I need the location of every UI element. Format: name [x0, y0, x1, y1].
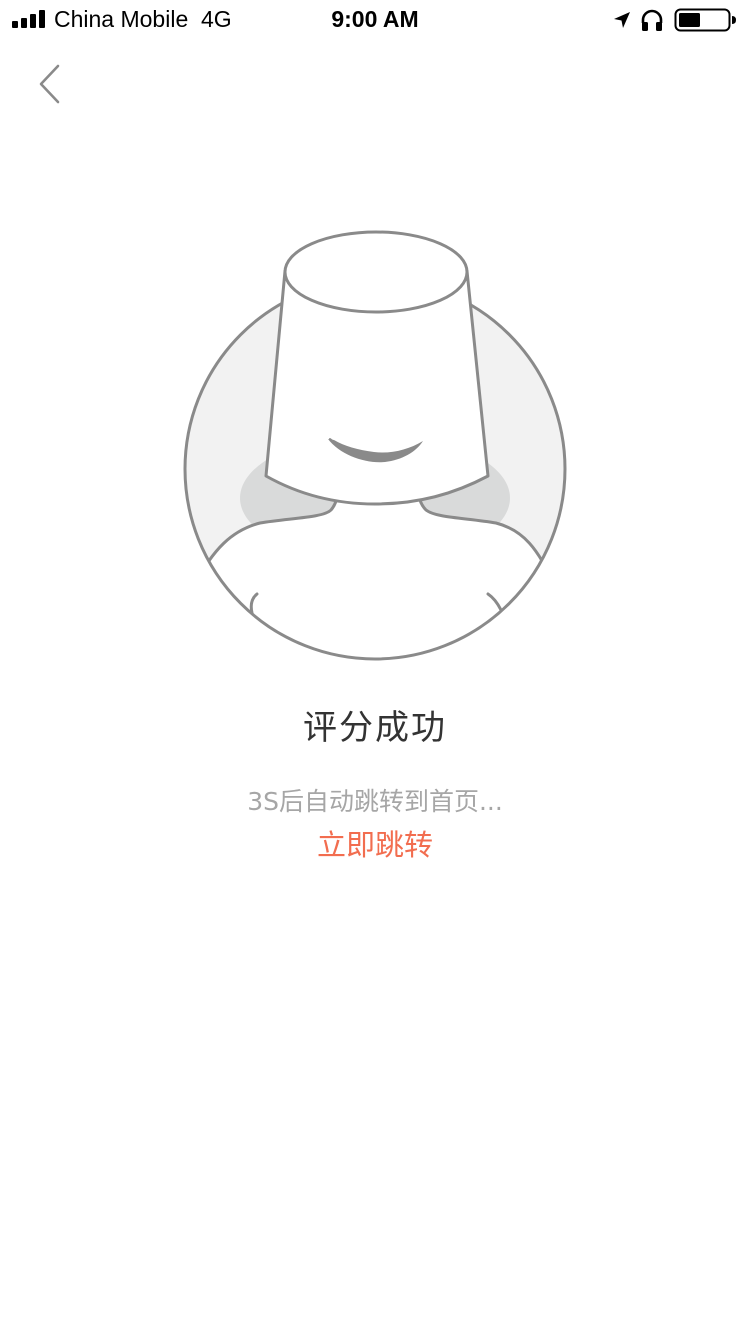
success-title: 评分成功 — [303, 708, 447, 748]
rating-success-screen: China Mobile 4G 9:00 AM 评分成功 3S后自动跳转到首页.… — [0, 0, 750, 1334]
battery-icon — [674, 8, 736, 32]
status-bar: China Mobile 4G 9:00 AM — [0, 0, 750, 40]
location-icon — [614, 12, 630, 28]
success-illustration — [178, 228, 572, 668]
redirect-countdown-text: 3S后自动跳转到首页... — [247, 787, 503, 816]
bucket-top-shape — [283, 230, 469, 314]
jump-now-link[interactable]: 立即跳转 — [0, 822, 750, 864]
headphones-icon — [641, 9, 663, 31]
chevron-left-icon — [39, 64, 60, 104]
back-button[interactable] — [26, 58, 76, 110]
status-icons — [612, 7, 738, 33]
